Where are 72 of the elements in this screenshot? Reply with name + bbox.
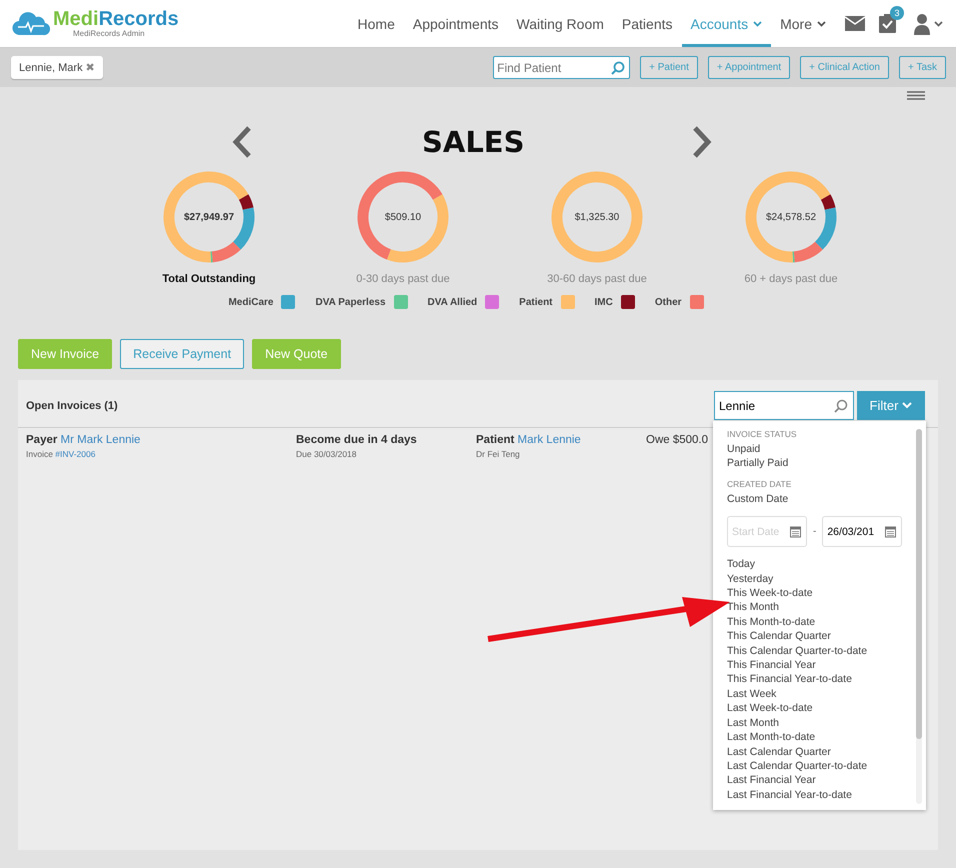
chevron-left-icon[interactable] [232,126,252,158]
donut-total: $509.10 [384,212,422,222]
menu-icon[interactable] [907,91,925,100]
filter-option[interactable]: Unpaid [727,442,916,456]
date-preset-option[interactable]: This Financial Year [727,658,916,672]
date-preset-option[interactable]: Last Financial Year-to-date [727,788,916,802]
mail-icon[interactable] [845,16,865,31]
donut-label: Total Outstanding [162,273,256,285]
donut-label: 60 + days past due [744,273,838,285]
date-preset-option[interactable]: Today [727,557,916,572]
legend-label: Patient [519,296,553,308]
donut-total: $1,325.30 [574,212,620,222]
chevron-right-icon[interactable] [692,126,712,158]
date-separator: - [813,526,816,538]
due-status: Become due in 4 days [296,434,418,446]
user-menu-icon[interactable] [914,12,944,34]
calendar-icon[interactable] [790,526,801,538]
date-preset-option[interactable]: This Financial Year-to-date [727,672,916,687]
brand-subtitle: MediRecords Admin [73,29,146,38]
date-preset-option[interactable]: This Calendar Quarter-to-date [727,644,916,658]
filter-option[interactable]: Partially Paid [727,456,916,471]
legend-label: Other [654,296,682,308]
nav-link[interactable]: Waiting Room [508,0,613,47]
date-preset-option[interactable]: This Week-to-date [727,586,916,600]
section-heading: CREATED DATE [727,478,792,489]
date-preset-option[interactable]: Last Week [727,686,916,702]
legend-label: IMC [594,296,613,308]
caret-icon[interactable] [817,20,826,26]
date-preset-option[interactable]: This Calendar Quarter [727,629,916,644]
nav-link[interactable]: Patients [612,0,682,47]
date-preset-option[interactable]: This Month [727,600,916,615]
amount-owed: Owe $500.0 [646,434,708,446]
patient-text: Patient Mark Lennie [476,434,582,446]
date-preset-option[interactable]: Last Month-to-date [727,730,916,744]
cloud-logo-icon [12,10,50,36]
legend-label: DVA Allied [428,296,478,308]
find-patient-field[interactable]: Find Patient [493,56,630,79]
clipboard-check-icon[interactable] [879,14,896,33]
date-preset-option[interactable]: Last Calendar Quarter-to-date [727,758,916,774]
date-preset-option[interactable]: Last Week-to-date [727,701,916,716]
section-heading: INVOICE STATUS [727,429,798,439]
donut-total: $27,949.97 [184,212,234,222]
patient-tab[interactable]: Lennie, Mark ✖ [11,56,103,79]
caret-icon [902,402,912,409]
sales-title: SALES [422,125,522,159]
date-preset-option[interactable]: Yesterday [727,572,916,586]
legend-label: DVA Paperless [315,296,386,308]
date-preset-option[interactable]: Last Calendar Quarter [727,744,916,759]
donut-total: $24,578.52 [766,212,816,222]
end-date-field[interactable]: 26/03/201 [822,516,902,548]
date-preset-option[interactable]: This Month-to-date [727,614,916,630]
legend-label: MediCare [228,296,274,308]
donut-label: 0-30 days past due [356,273,450,285]
panel-title: Open Invoices (1) [26,400,119,412]
donut-label: 30-60 days past due [547,273,647,285]
due-date: Due 30/03/2018 [296,449,358,459]
date-preset-option[interactable]: Last Month [727,716,916,730]
nav-link[interactable]: Appointments [404,0,508,47]
search-icon[interactable] [611,60,626,74]
nav-link[interactable]: More [771,0,835,47]
filter-option[interactable]: Custom Date [727,492,916,506]
search-icon[interactable] [834,398,848,412]
calendar-icon[interactable] [885,526,896,538]
brand-logo: MediRecords [53,9,179,29]
nav-link[interactable]: Home [348,0,404,47]
payer-text: Payer Mr Mark Lennie [26,434,142,446]
date-preset-option[interactable]: Last Financial Year [727,773,916,788]
scrollbar[interactable] [916,429,922,804]
invoice-number: Invoice #INV-2006 [26,449,96,459]
doctor-name: Dr Fei Teng [476,449,521,459]
notification-badge: 3 [890,6,904,20]
invoice-search-field[interactable]: Lennie [714,391,854,420]
